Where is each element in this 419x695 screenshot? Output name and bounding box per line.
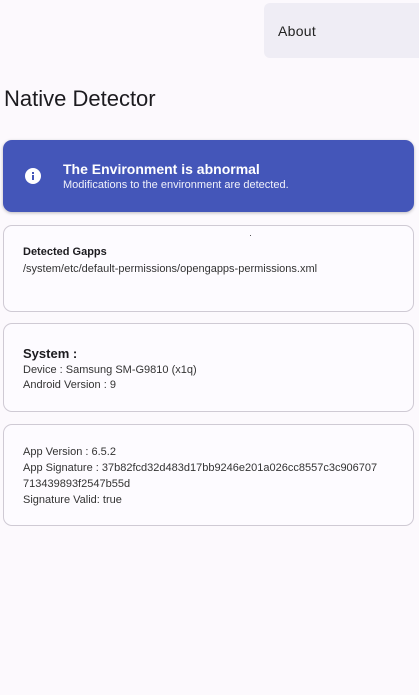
banner-subtitle: Modifications to the environment are det… bbox=[63, 179, 289, 191]
overflow-menu: About bbox=[264, 3, 419, 58]
page-title: Native Detector bbox=[4, 86, 156, 111]
device-info: Device : Samsung SM-G9810 (x1q) bbox=[23, 364, 197, 376]
gapps-heading: Detected Gapps bbox=[23, 246, 107, 258]
app-version: App Version : 6.5.2 bbox=[23, 446, 116, 458]
decorative-dot bbox=[250, 235, 251, 236]
app-signature: App Signature : 37b82fcd32d483d17bb9246e… bbox=[23, 462, 378, 474]
signature-valid: Signature Valid: true bbox=[23, 494, 122, 506]
status-banner: The Environment is abnormal Modification… bbox=[3, 140, 414, 212]
gapps-path: /system/etc/default-permissions/opengapp… bbox=[23, 263, 318, 275]
system-heading: System : bbox=[23, 346, 78, 361]
info-icon bbox=[25, 168, 41, 184]
banner-title: The Environment is abnormal bbox=[63, 161, 260, 177]
app-card: App Version : 6.5.2 App Signature : 37b8… bbox=[3, 424, 414, 526]
gapps-card: Detected Gapps /system/etc/default-permi… bbox=[3, 225, 414, 312]
menu-item-about[interactable]: About bbox=[278, 23, 316, 39]
app-signature-cont: 713439893f2547b55d bbox=[23, 478, 131, 490]
system-card: System : Device : Samsung SM-G9810 (x1q)… bbox=[3, 323, 414, 412]
android-version: Android Version : 9 bbox=[23, 379, 116, 391]
